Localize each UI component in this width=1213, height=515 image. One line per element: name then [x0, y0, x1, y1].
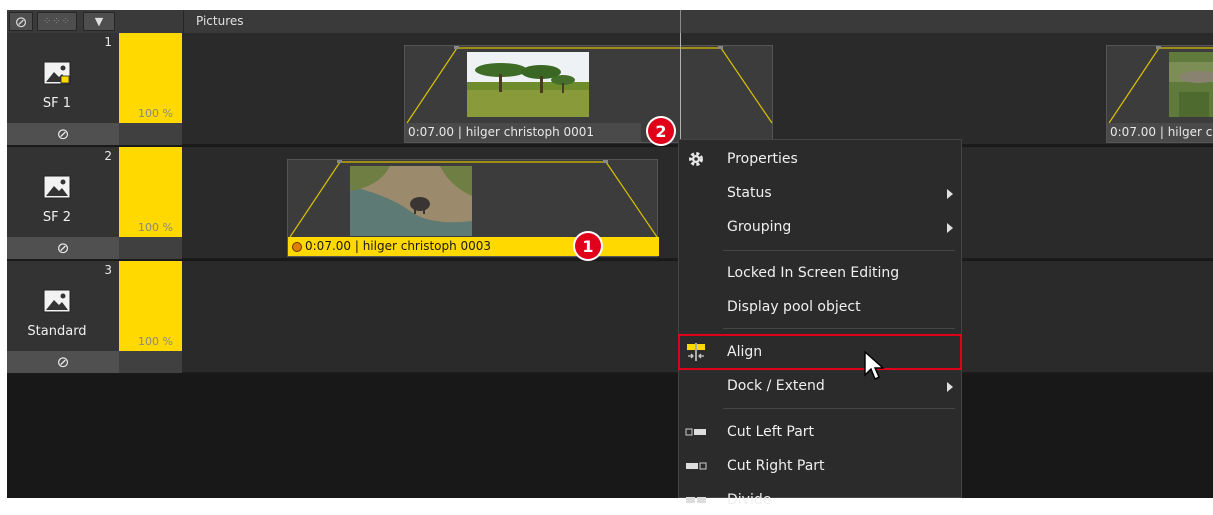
gear-icon	[685, 150, 707, 168]
submenu-arrow-icon	[947, 189, 953, 199]
opacity-bar[interactable]: 100 %	[119, 33, 182, 123]
playhead-line-header	[680, 10, 681, 33]
align-icon	[685, 343, 707, 361]
picture-icon	[43, 61, 71, 85]
clip-thumbnail	[350, 166, 472, 236]
track-label: SF 1	[42, 96, 72, 111]
layer-title: Pictures	[183, 10, 244, 33]
picture-icon	[43, 175, 71, 199]
track-3: 3 Standard 100 % ⊘	[7, 261, 1213, 374]
grid-icon[interactable]: ⁘⁘⁘	[37, 12, 77, 31]
menu-item-label: Dock / Extend	[727, 378, 825, 394]
menu-item-grouping[interactable]: Grouping	[679, 212, 961, 242]
opacity-envelope	[289, 160, 658, 238]
track-foot-spacer	[119, 351, 182, 373]
track-disable-icon[interactable]: ⊘	[7, 351, 119, 373]
dropdown-arrow-icon[interactable]: ▼	[83, 12, 115, 31]
track-content[interactable]: 0:07.00 | hilger christoph 0001 0:07.00	[182, 33, 1213, 144]
annotation-badge-1: 1	[575, 233, 601, 259]
menu-item-label: Align	[727, 344, 763, 360]
menu-separator	[723, 408, 955, 409]
clip-hilger-0001[interactable]: 0:07.00 | hilger christoph 0001	[404, 45, 773, 143]
menu-item-label: Divide	[727, 492, 772, 508]
opacity-envelope	[406, 46, 773, 124]
menu-item-dock-extend[interactable]: Dock / Extend	[679, 371, 961, 401]
menu-separator	[723, 250, 955, 251]
playhead-line[interactable]	[680, 33, 681, 139]
menu-item-label: Cut Left Part	[727, 424, 815, 440]
track-label: SF 2	[42, 210, 72, 225]
submenu-arrow-icon	[947, 382, 953, 392]
divide-icon	[685, 491, 707, 509]
track-disable-icon[interactable]: ⊘	[7, 237, 119, 259]
menu-item-label: Locked In Screen Editing	[727, 265, 900, 281]
track-number: 1	[104, 35, 112, 49]
clip-label: 0:07.00 | hilger christoph 0003	[288, 237, 659, 256]
menu-item-divide[interactable]: Divide	[679, 485, 961, 515]
no-selection-icon[interactable]: ⊘	[9, 12, 33, 31]
track-foot-spacer	[119, 237, 182, 259]
context-menu: Properties Status Grouping Locked In Scr…	[678, 139, 962, 508]
cut-right-icon	[685, 457, 707, 475]
track-header[interactable]: 3 Standard	[7, 261, 119, 351]
picture-icon	[43, 289, 71, 313]
menu-item-label: Display pool object	[727, 299, 861, 315]
track-foot-spacer	[119, 123, 182, 145]
clip-hilger-0001-second[interactable]: 0:07.00 | hilger christoph 0001	[1106, 45, 1213, 143]
track-1: 1 SF 1 100 % ⊘ 0:07.00 | hilger christop…	[7, 33, 1213, 146]
menu-item-locked-in-screen-editing[interactable]: Locked In Screen Editing	[679, 258, 961, 288]
selected-dot-icon	[292, 241, 302, 252]
menu-item-label: Cut Right Part	[727, 458, 825, 474]
clip-label: 0:07.00 | hilger christoph 0001	[1107, 123, 1213, 142]
menu-item-status[interactable]: Status	[679, 178, 961, 208]
menu-item-cut-left-part[interactable]: Cut Left Part	[679, 417, 961, 447]
track-header[interactable]: 2 SF 2	[7, 147, 119, 237]
track-label: Standard	[27, 324, 87, 339]
menu-item-align[interactable]: Align	[678, 334, 962, 370]
mouse-cursor-icon	[864, 351, 884, 380]
opacity-value: 100 %	[138, 107, 173, 120]
track-number: 3	[104, 263, 112, 277]
menu-item-cut-right-part[interactable]: Cut Right Part	[679, 451, 961, 481]
clip-thumbnail	[467, 52, 589, 117]
opacity-bar[interactable]: 100 %	[119, 261, 182, 351]
annotation-badge-2: 2	[648, 118, 674, 144]
clip-label-text: 0:07.00 | hilger christoph 0003	[305, 239, 492, 253]
track-2: 2 SF 2 100 % ⊘ 0:07.00 | hilger christop…	[7, 147, 1213, 260]
menu-item-label: Status	[727, 185, 772, 201]
menu-item-properties[interactable]: Properties	[679, 144, 961, 174]
clip-label: 0:07.00 | hilger christoph 0001	[405, 123, 641, 142]
opacity-bar[interactable]: 100 %	[119, 147, 182, 237]
opacity-value: 100 %	[138, 335, 173, 348]
timeline-header: ⊘ ⁘⁘⁘ ▼ Pictures	[7, 10, 1213, 33]
track-disable-icon[interactable]: ⊘	[7, 123, 119, 145]
clip-hilger-0003[interactable]: 0:07.00 | hilger christoph 0003	[287, 159, 659, 257]
track-number: 2	[104, 149, 112, 163]
menu-separator	[723, 328, 955, 329]
clip-thumbnail	[1169, 52, 1213, 117]
opacity-value: 100 %	[138, 221, 173, 234]
track-header[interactable]: 1 SF 1	[7, 33, 119, 123]
menu-item-display-pool-object[interactable]: Display pool object	[679, 292, 961, 322]
timeline-editor: ⊘ ⁘⁘⁘ ▼ Pictures 1 SF 1 100 % ⊘ 0:07.00 …	[7, 10, 1213, 498]
menu-item-label: Grouping	[727, 219, 792, 235]
cut-left-icon	[685, 423, 707, 441]
menu-item-label: Properties	[727, 151, 798, 167]
submenu-arrow-icon	[947, 223, 953, 233]
